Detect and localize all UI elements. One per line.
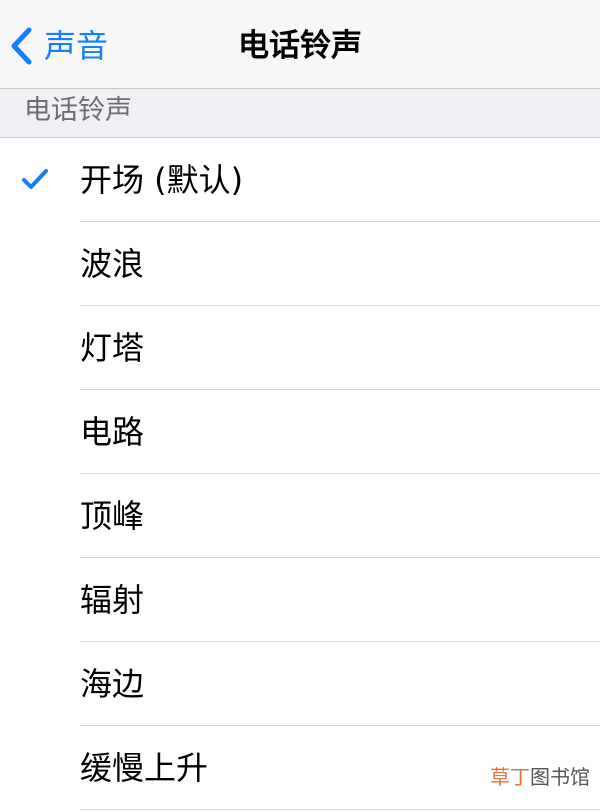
ringtone-label: 辐射 xyxy=(80,581,145,619)
ringtone-row[interactable]: 海边 xyxy=(0,642,600,726)
ringtone-list: 开场 (默认) 波浪 灯塔 电路 顶峰 辐射 海边 缓慢上升 xyxy=(0,138,600,810)
section-header: 电话铃声 xyxy=(0,89,600,138)
ringtone-row[interactable]: 灯塔 xyxy=(0,306,600,390)
ringtone-label: 电路 xyxy=(80,413,145,451)
watermark: 草丁图书馆 xyxy=(490,764,590,790)
ringtone-row[interactable]: 辐射 xyxy=(0,558,600,642)
ringtone-label: 海边 xyxy=(80,665,145,703)
watermark-part1: 草丁 xyxy=(490,765,530,789)
page-title: 电话铃声 xyxy=(238,28,362,64)
ringtone-row[interactable]: 电路 xyxy=(0,390,600,474)
ringtone-label: 波浪 xyxy=(80,245,145,283)
section-header-label: 电话铃声 xyxy=(24,95,132,126)
ringtone-label: 缓慢上升 xyxy=(80,749,209,787)
watermark-part2: 图书馆 xyxy=(530,765,590,789)
ringtone-row[interactable]: 波浪 xyxy=(0,222,600,306)
checkmark-icon xyxy=(22,169,48,189)
ringtone-row[interactable]: 开场 (默认) xyxy=(0,138,600,222)
ringtone-label: 开场 (默认) xyxy=(80,161,244,199)
ringtone-row[interactable]: 顶峰 xyxy=(0,474,600,558)
ringtone-label: 顶峰 xyxy=(80,497,145,535)
navigation-bar: 声音 电话铃声 xyxy=(0,0,600,89)
ringtone-label: 灯塔 xyxy=(80,329,145,367)
